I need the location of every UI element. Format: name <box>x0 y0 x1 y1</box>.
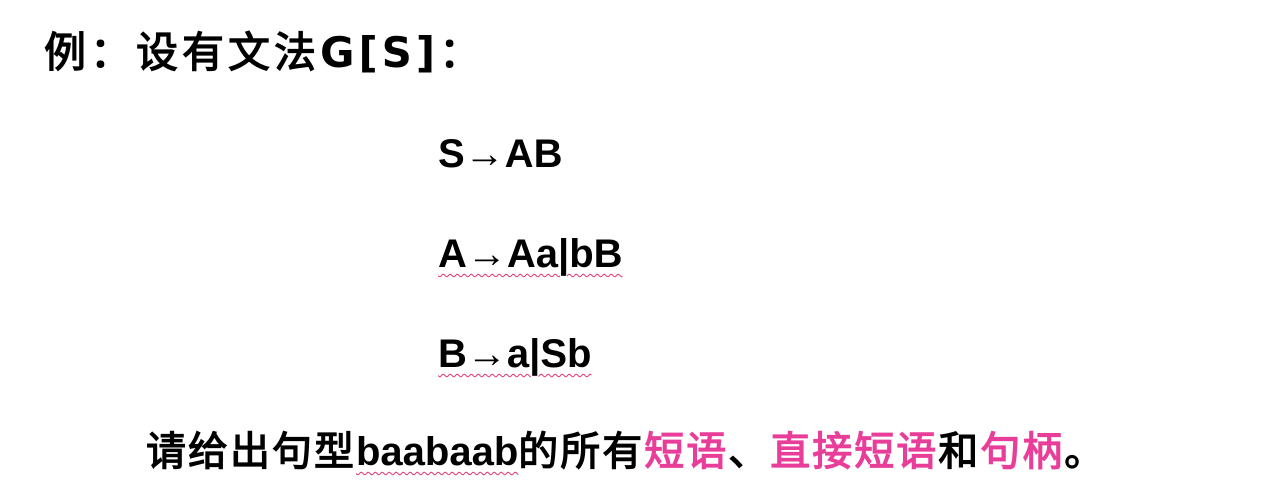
term-direct-phrase: 直接短语 <box>770 429 939 475</box>
term-handle: 句柄 <box>980 429 1065 475</box>
question-conjunction: 和 <box>938 429 981 475</box>
sentence-form: baabaab <box>356 430 519 474</box>
grammar-rule-3: B→a|Sb <box>438 332 592 376</box>
grammar-rule-1: S→AB <box>438 132 563 176</box>
question-separator: 、 <box>728 429 771 475</box>
term-phrase: 短语 <box>644 429 729 475</box>
question-prefix: 请给出句型 <box>146 429 356 475</box>
question-mid: 的所有 <box>518 429 645 475</box>
question-text: 请给出句型baabaab的所有短语、直接短语和句柄。 <box>146 432 1106 472</box>
grammar-rule-2: A→Aa|bB <box>438 232 623 276</box>
question-end: 。 <box>1064 429 1107 475</box>
example-title: 例：设有文法G[S]： <box>44 28 486 77</box>
